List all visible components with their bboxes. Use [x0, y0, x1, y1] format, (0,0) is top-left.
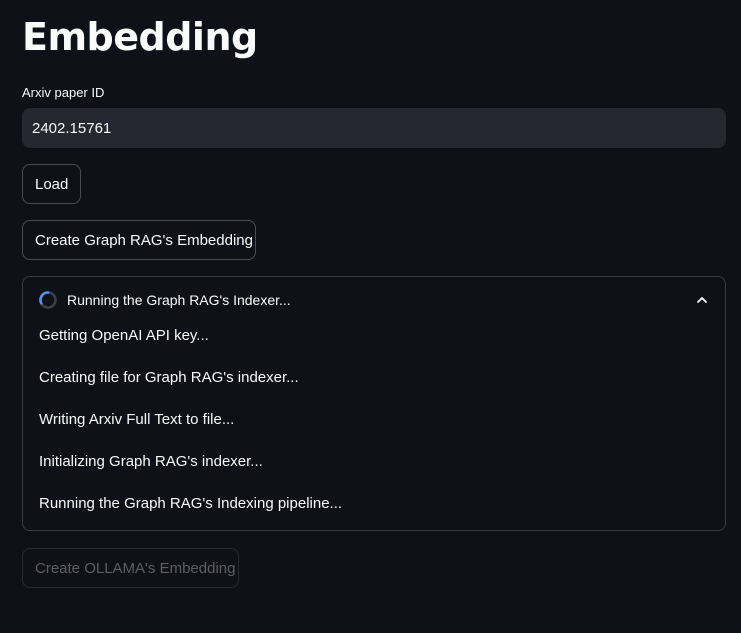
page: Embedding Arxiv paper ID Load Create Gra… — [0, 0, 741, 633]
status-step-run-pipeline: Running the Graph RAG's Indexing pipelin… — [39, 495, 343, 512]
status-step-get-api-key: Getting OpenAI API key... — [39, 327, 209, 344]
paper-id-input[interactable] — [22, 108, 726, 148]
status-header[interactable]: Running the Graph RAG's Indexer... — [23, 277, 725, 323]
load-button[interactable]: Load — [22, 164, 81, 204]
status-container: Running the Graph RAG's Indexer... Getti… — [22, 276, 726, 531]
status-label: Running the Graph RAG's Indexer... — [67, 292, 291, 308]
spinner-icon — [39, 291, 57, 309]
chevron-up-icon[interactable] — [695, 293, 709, 307]
create-ollama-embedding-button[interactable]: Create OLLAMA's Embedding — [22, 548, 239, 588]
create-graph-rag-embedding-button[interactable]: Create Graph RAG's Embedding — [22, 220, 256, 260]
status-step-create-file: Creating file for Graph RAG's indexer... — [39, 369, 299, 386]
paper-id-label: Arxiv paper ID — [22, 85, 105, 100]
status-step-initialize-indexer: Initializing Graph RAG's indexer... — [39, 453, 263, 470]
page-title: Embedding — [22, 15, 258, 59]
status-step-write-full-text: Writing Arxiv Full Text to file... — [39, 411, 235, 428]
